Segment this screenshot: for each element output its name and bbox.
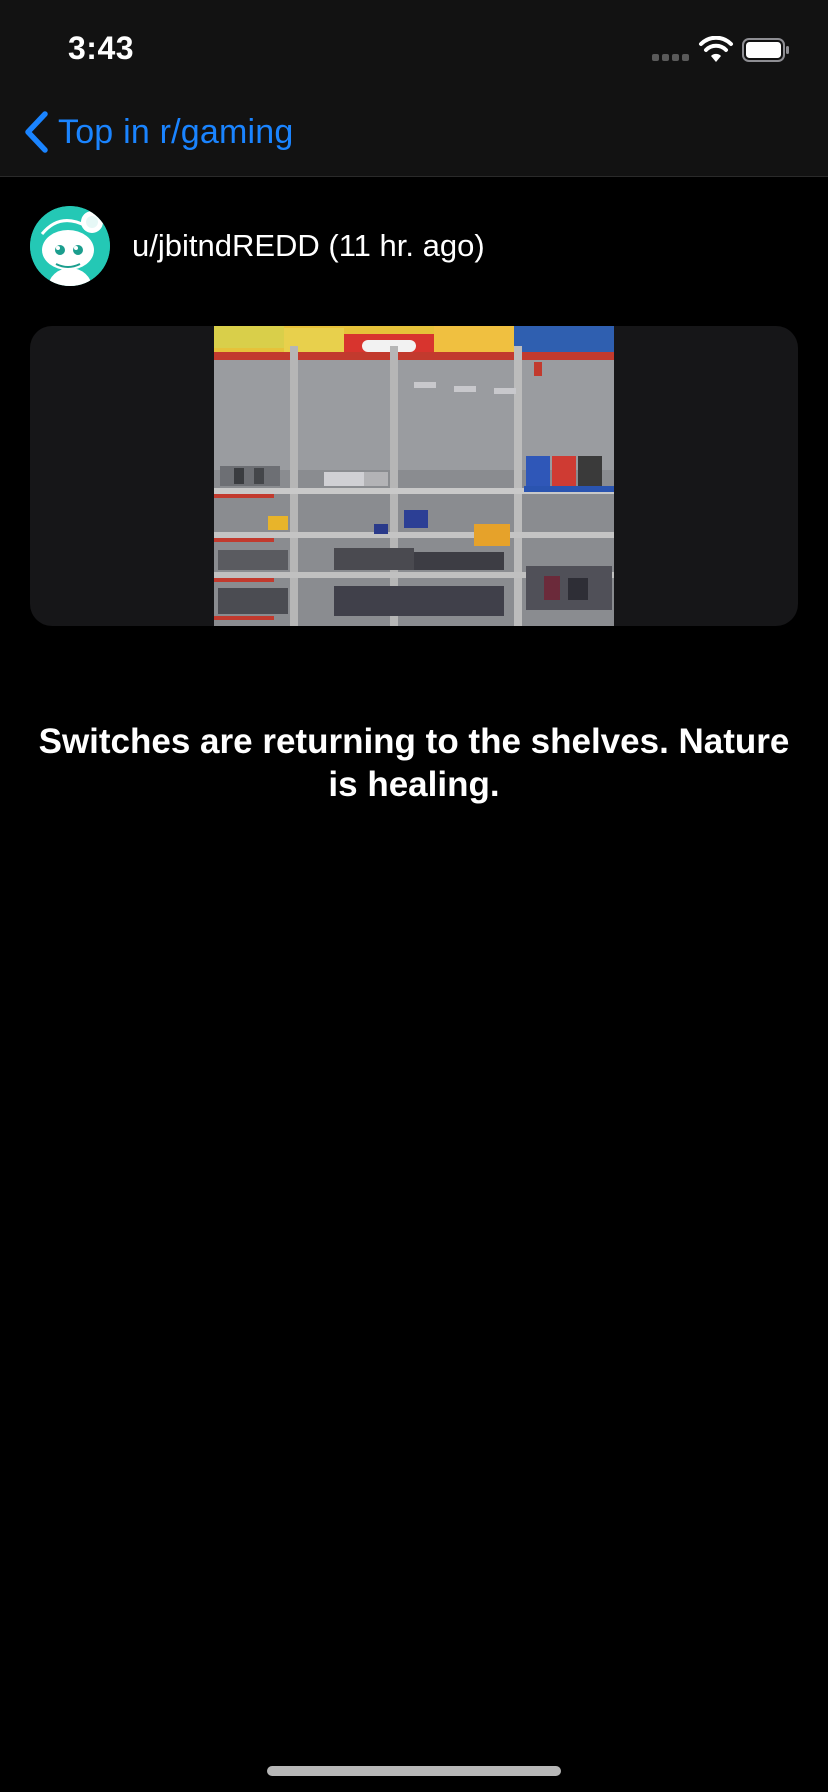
- reddit-snoo-icon: [30, 206, 110, 286]
- store-shelf-photo-icon: [214, 326, 614, 626]
- post-image-card[interactable]: [30, 326, 798, 626]
- home-indicator: [267, 1766, 561, 1776]
- chevron-left-icon: [25, 111, 48, 153]
- post-image[interactable]: [214, 326, 614, 626]
- screen: 3:43 Top in r/gaming u/jbitndREDD (11 hr…: [0, 0, 828, 1792]
- post-header: u/jbitndREDD (11 hr. ago): [30, 206, 485, 286]
- top-bar: 3:43 Top in r/gaming: [0, 0, 828, 177]
- cellular-signal-icon: [652, 54, 690, 62]
- battery-icon: [742, 38, 790, 62]
- wifi-icon: [698, 35, 734, 64]
- status-time: 3:43: [68, 30, 135, 66]
- back-label: Top in r/gaming: [58, 112, 294, 151]
- back-button[interactable]: Top in r/gaming: [22, 108, 293, 156]
- post-author[interactable]: u/jbitndREDD (11 hr. ago): [132, 228, 485, 264]
- avatar[interactable]: [30, 206, 110, 286]
- post-title: Switches are returning to the shelves. N…: [38, 722, 790, 804]
